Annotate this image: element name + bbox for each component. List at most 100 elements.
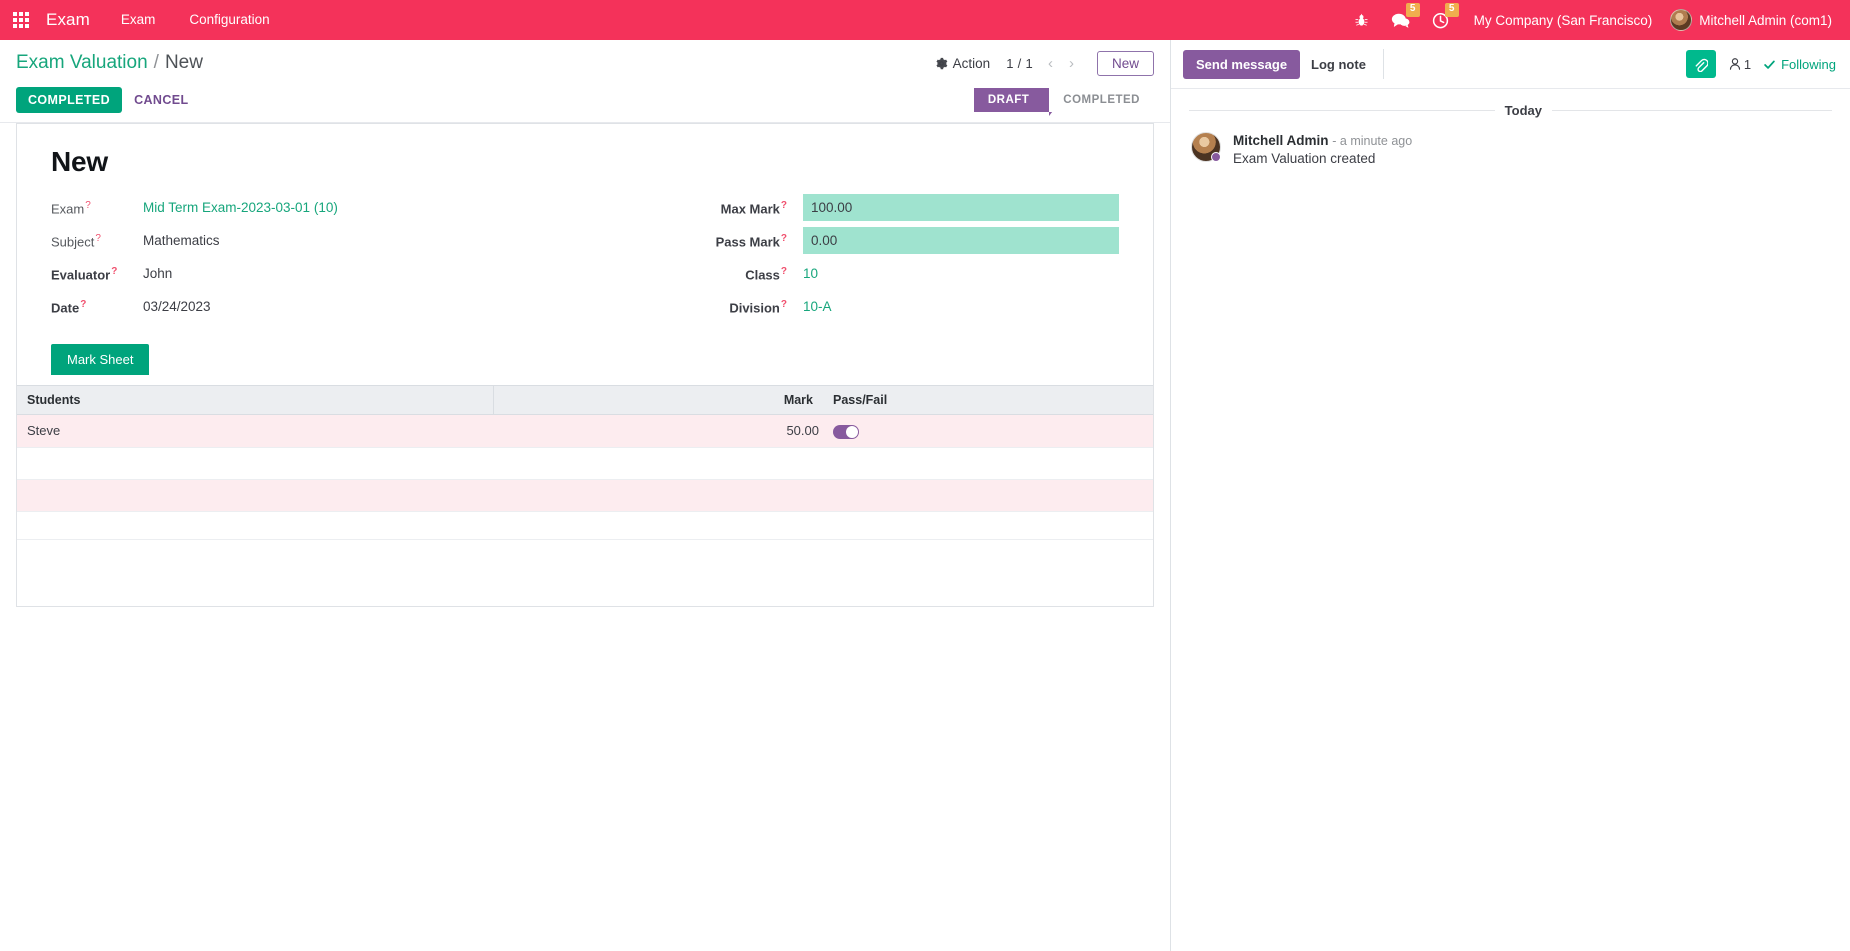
- field-pass-mark: Pass Mark? 0.00: [603, 227, 1119, 260]
- pager: 1 / 1 ‹ ›: [1006, 55, 1081, 72]
- message-body: Mitchell Admin - a minute ago Exam Valua…: [1233, 132, 1412, 166]
- action-menu-button[interactable]: Action: [931, 54, 995, 73]
- table-header: Students Mark Pass/Fail: [17, 385, 1153, 415]
- menu-item-configuration[interactable]: Configuration: [172, 0, 286, 40]
- status-completed[interactable]: COMPLETED: [1049, 88, 1154, 112]
- label-text: Date: [51, 300, 80, 316]
- cell-blank-pass-fail[interactable]: [823, 447, 1153, 480]
- notebook-tabs: Mark Sheet: [51, 344, 1119, 375]
- message-author: Mitchell Admin: [1233, 133, 1329, 148]
- table-row[interactable]: Steve 50.00: [17, 414, 1153, 448]
- pass-fail-toggle[interactable]: [833, 424, 859, 439]
- label-text: Max Mark: [720, 201, 780, 217]
- sheet-background: New Exam? Mid Term Exam-2023-03-01 (10): [0, 123, 1170, 607]
- send-message-button[interactable]: Send message: [1183, 49, 1301, 79]
- field-value-evaluator[interactable]: John: [143, 260, 585, 281]
- tooltip-marker-icon[interactable]: ?: [781, 233, 787, 244]
- label-text: Pass Mark: [715, 234, 780, 250]
- message-text: Exam Valuation created: [1233, 151, 1376, 166]
- label-text: Evaluator: [51, 267, 111, 283]
- paperclip-icon[interactable]: [1685, 50, 1716, 78]
- cell-blank-student[interactable]: [17, 447, 493, 480]
- breadcrumb-separator: /: [153, 52, 159, 73]
- presence-dot-icon: [1211, 152, 1221, 162]
- column-header-students[interactable]: Students: [17, 385, 493, 415]
- table-tail-row: [17, 511, 1153, 540]
- form-sheet: New Exam? Mid Term Exam-2023-03-01 (10): [16, 123, 1154, 607]
- cell-mark[interactable]: 50.00: [493, 414, 823, 448]
- form-view-container: Exam Valuation / New Action 1 / 1 ‹ › Ne…: [0, 40, 1171, 951]
- grid-apps-icon: [13, 12, 29, 28]
- field-label-exam: Exam?: [51, 194, 143, 216]
- chevron-right-icon[interactable]: ›: [1062, 55, 1081, 72]
- label-text: Division: [729, 300, 780, 316]
- navbar-right-tools: 5 5 My Company (San Francisco) Mitchell …: [1343, 0, 1850, 40]
- cell-new-student[interactable]: [17, 479, 493, 512]
- tooltip-marker-icon[interactable]: ?: [781, 200, 787, 211]
- tooltip-marker-icon[interactable]: ?: [95, 233, 101, 244]
- new-button[interactable]: New: [1096, 50, 1154, 76]
- tooltip-marker-icon[interactable]: ?: [781, 266, 787, 277]
- table-footer-space: [17, 539, 1153, 606]
- user-menu[interactable]: Mitchell Admin (com1): [1666, 9, 1838, 31]
- table-row-blank[interactable]: [17, 447, 1153, 480]
- field-label-class: Class?: [603, 260, 803, 282]
- cell-blank-mark[interactable]: [493, 447, 823, 480]
- column-header-mark[interactable]: Mark: [492, 385, 823, 415]
- menu-item-exam[interactable]: Exam: [104, 0, 173, 40]
- log-note-button[interactable]: Log note: [1300, 50, 1377, 79]
- statusbar: DRAFT COMPLETED: [973, 88, 1154, 116]
- tooltip-marker-icon[interactable]: ?: [111, 266, 117, 277]
- cell-new-pass-fail[interactable]: [823, 479, 1153, 512]
- breadcrumb-current: New: [164, 52, 203, 73]
- field-value-max-mark[interactable]: 100.00: [803, 194, 1119, 221]
- tooltip-marker-icon[interactable]: ?: [80, 299, 86, 310]
- field-value-class[interactable]: 10: [803, 260, 1119, 281]
- cell-new-mark[interactable]: [493, 479, 823, 512]
- control-panel-bottom: COMPLETED CANCEL DRAFT COMPLETED: [16, 78, 1154, 122]
- following-label: Following: [1781, 56, 1836, 72]
- bug-icon[interactable]: [1343, 0, 1380, 40]
- discard-button[interactable]: CANCEL: [122, 87, 200, 113]
- chatter-toolbar: Send message Log note 1 Following: [1171, 40, 1850, 89]
- avatar: [1670, 9, 1693, 31]
- field-value-division[interactable]: 10-A: [803, 293, 1119, 314]
- message-header: Mitchell Admin - a minute ago: [1233, 133, 1412, 148]
- apps-menu-button[interactable]: [0, 0, 42, 40]
- column-header-pass-fail[interactable]: Pass/Fail: [823, 385, 1153, 415]
- cell-pass-fail: [823, 414, 1153, 448]
- field-value-subject[interactable]: Mathematics: [143, 227, 585, 248]
- save-button[interactable]: COMPLETED: [16, 87, 123, 113]
- followers-count: 1: [1743, 56, 1752, 72]
- company-switcher[interactable]: My Company (San Francisco): [1460, 13, 1667, 28]
- chevron-left-icon[interactable]: ‹: [1041, 55, 1060, 72]
- tooltip-marker-icon[interactable]: ?: [781, 299, 787, 310]
- cell-student-name[interactable]: Steve: [17, 414, 493, 448]
- breadcrumb-root-link[interactable]: Exam Valuation: [16, 52, 148, 74]
- chatter-thread: Today Mitchell Admin - a minute ago Exam…: [1171, 89, 1850, 951]
- control-panel-top: Exam Valuation / New Action 1 / 1 ‹ › Ne…: [16, 48, 1154, 78]
- field-value-date[interactable]: 03/24/2023: [143, 293, 585, 314]
- tooltip-marker-icon[interactable]: ?: [85, 200, 91, 211]
- pager-value: 1 / 1: [1006, 55, 1033, 71]
- avatar: [1191, 132, 1221, 162]
- tab-mark-sheet[interactable]: Mark Sheet: [51, 344, 150, 375]
- table-body: Steve 50.00: [17, 414, 1153, 512]
- status-draft[interactable]: DRAFT: [973, 88, 1061, 116]
- label-text: Exam: [51, 201, 85, 217]
- following-button[interactable]: Following: [1763, 57, 1836, 72]
- clock-activity-icon[interactable]: 5: [1421, 0, 1460, 40]
- field-label-evaluator: Evaluator?: [51, 260, 143, 282]
- message-timestamp: - a minute ago: [1332, 134, 1413, 148]
- chatter-divider: [1382, 49, 1384, 79]
- field-value-exam[interactable]: Mid Term Exam-2023-03-01 (10): [143, 194, 585, 215]
- date-separator: Today: [1171, 103, 1850, 118]
- field-value-pass-mark[interactable]: 0.00: [803, 227, 1119, 254]
- app-brand-exam[interactable]: Exam: [42, 10, 104, 30]
- followers-button[interactable]: 1: [1728, 57, 1751, 72]
- messages-icon[interactable]: 5: [1380, 0, 1421, 40]
- field-date: Date? 03/24/2023: [51, 293, 585, 326]
- table-row-new[interactable]: [17, 479, 1153, 512]
- chatter-tools: 1 Following: [1685, 50, 1836, 78]
- form-sheet-inner: New Exam? Mid Term Exam-2023-03-01 (10): [17, 124, 1153, 385]
